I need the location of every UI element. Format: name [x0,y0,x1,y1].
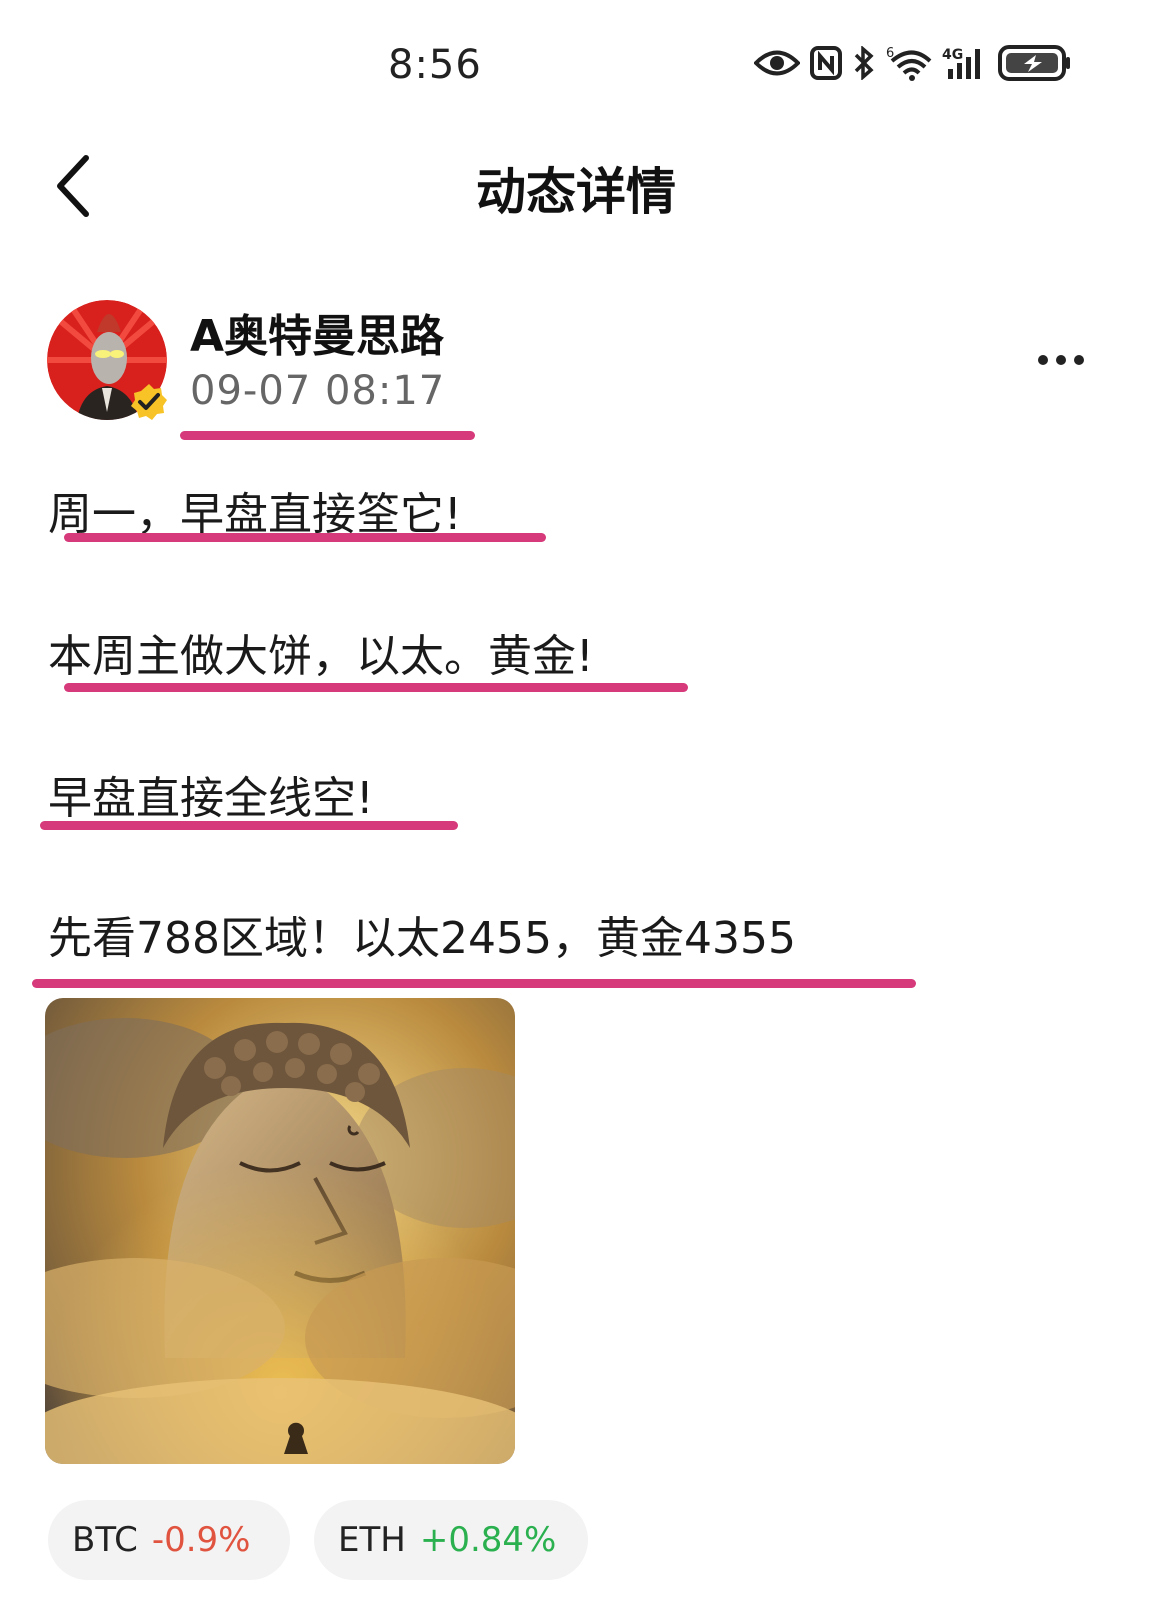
battery-charging-icon [998,44,1072,82]
page-title: 动态详情 [476,163,676,221]
buddha-image [45,998,515,1464]
status-bar: 8:56 6 4G [0,0,1152,130]
nav-bar: 动态详情 [0,130,1152,240]
avatar[interactable] [47,300,167,420]
status-time: 8:56 [388,42,482,88]
wifi-icon: 6 [886,45,932,81]
highlight-underline [180,431,475,440]
bluetooth-icon [852,46,876,80]
ticker-symbol: ETH [338,1520,406,1560]
highlight-underline [32,979,916,988]
ticker-symbol: BTC [72,1520,138,1560]
ticker-tag-btc[interactable]: BTC -0.9% [48,1500,290,1580]
author-row: A奥特曼思路 09-07 08:17 [0,300,1152,430]
highlight-underline [40,821,458,830]
author-name[interactable]: A奥特曼思路 [190,300,444,364]
nfc-icon [810,46,842,80]
highlight-underline [64,683,688,692]
eye-icon [754,48,800,78]
signal-icon: 4G [942,45,988,81]
ticker-change: -0.9% [151,1520,251,1560]
network-label: 4G [942,47,963,63]
ticker-tag-eth[interactable]: ETH +0.84% [314,1500,588,1580]
highlight-underline [64,533,546,542]
post-line: 早盘直接全线空! [48,773,374,824]
more-icon [1038,355,1084,365]
status-icons: 6 4G [754,44,1072,82]
ticker-change: +0.84% [419,1520,557,1560]
post-image[interactable] [45,998,515,1464]
post-line: 先看788区域！以太2455，黄金4355 [48,913,796,964]
post-timestamp: 09-07 08:17 [190,368,446,414]
verified-icon [131,384,167,420]
post-line: 本周主做大饼，以太。黄金! [48,631,594,682]
more-button[interactable] [1036,348,1086,372]
